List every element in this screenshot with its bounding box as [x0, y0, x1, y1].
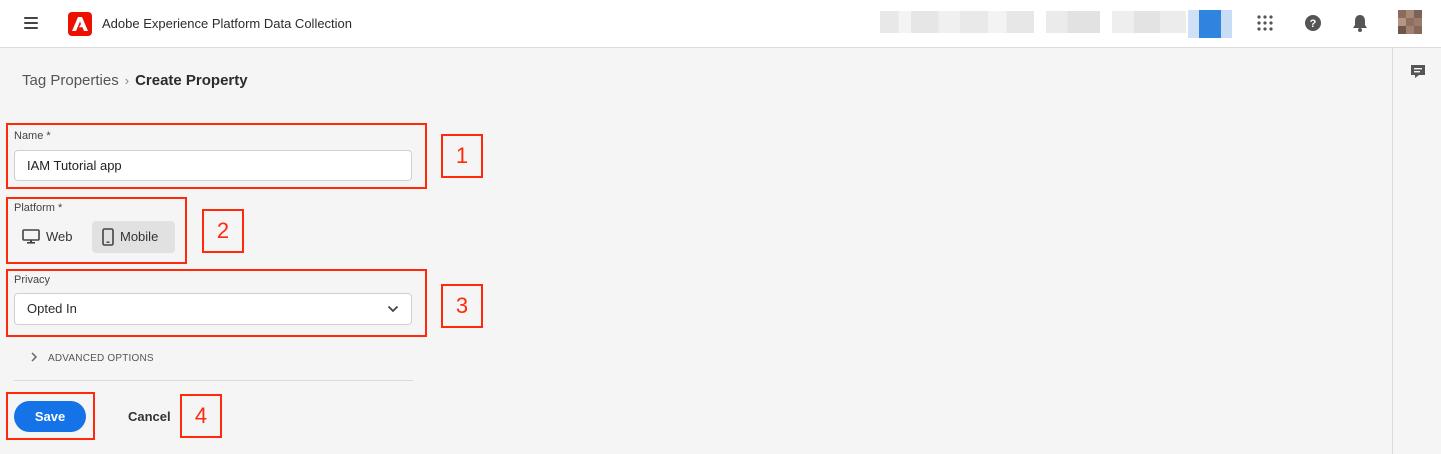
comment-icon[interactable] [1410, 64, 1426, 80]
advanced-options-label: ADVANCED OPTIONS [48, 353, 154, 364]
callout-number-2: 2 [202, 209, 244, 253]
breadcrumb-separator: › [124, 73, 130, 88]
callout-number-4: 4 [180, 394, 222, 438]
callout-box-privacy [6, 269, 427, 337]
page-title: Create Property [135, 72, 248, 89]
user-name-redacted[interactable] [1112, 11, 1186, 33]
org-switcher-redacted[interactable] [880, 11, 1034, 33]
callout-number-1: 1 [441, 134, 483, 178]
menu-icon[interactable] [24, 17, 38, 29]
callout-box-save [6, 392, 95, 440]
app-title: Adobe Experience Platform Data Collectio… [102, 16, 353, 31]
top-bar: Adobe Experience Platform Data Collectio… [0, 0, 1441, 48]
advanced-options-toggle[interactable]: ADVANCED OPTIONS [30, 352, 154, 364]
divider [14, 380, 413, 381]
breadcrumb-tag-properties[interactable]: Tag Properties [22, 72, 119, 89]
help-icon[interactable]: ? [1302, 12, 1324, 34]
apps-grid-icon[interactable] [1254, 12, 1276, 34]
right-rail [1392, 48, 1441, 454]
breadcrumb: Tag Properties › Create Property [22, 72, 248, 89]
callout-number-3: 3 [441, 284, 483, 328]
adobe-logo[interactable] [68, 12, 92, 36]
notifications-bell-icon[interactable] [1349, 12, 1371, 34]
avatar[interactable] [1398, 10, 1422, 34]
callout-box-name [6, 123, 427, 189]
cancel-button[interactable]: Cancel [128, 409, 171, 424]
sandbox-switcher-redacted[interactable] [1046, 11, 1100, 33]
svg-text:?: ? [1310, 18, 1317, 30]
region-badge-redacted[interactable] [1188, 10, 1232, 38]
callout-box-platform [6, 197, 187, 264]
chevron-right-icon [31, 352, 38, 362]
